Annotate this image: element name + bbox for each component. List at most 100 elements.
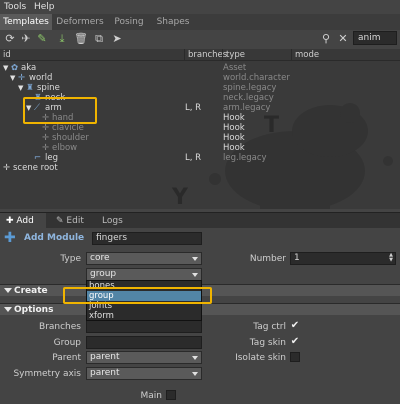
tab-shapes[interactable]: Shapes xyxy=(152,14,194,30)
module-name-input[interactable]: fingers xyxy=(92,232,202,245)
import-icon[interactable]: ⤓ xyxy=(55,32,69,46)
asset-icon: ✿ xyxy=(11,63,19,73)
plus-icon: ✚ xyxy=(6,216,14,226)
tree-label: spine xyxy=(37,83,60,93)
tab-deformers[interactable]: Deformers xyxy=(54,14,106,30)
hook-icon: ✛ xyxy=(42,133,50,143)
tab-templates[interactable]: Templates xyxy=(0,14,52,30)
dropdown-option-xform[interactable]: xform xyxy=(87,311,201,321)
tree-label: scene root xyxy=(13,163,58,173)
parent-label: Parent xyxy=(52,353,81,363)
col-type[interactable]: type xyxy=(223,49,291,61)
expand-arrow-icon[interactable]: ▼ xyxy=(10,73,15,83)
parent-select[interactable]: parent xyxy=(86,351,202,364)
tree-type: Hook xyxy=(223,123,245,133)
tree-branches: L, R xyxy=(185,153,202,163)
tree-type: world.character xyxy=(223,73,290,83)
tab-posing[interactable]: Posing xyxy=(108,14,150,30)
main-label: Main xyxy=(140,391,163,401)
tree-type: arm.legacy xyxy=(223,103,271,113)
tree-row-scene-root[interactable]: ✛ scene root xyxy=(0,163,400,173)
tree-type: neck.legacy xyxy=(223,93,274,103)
tree-label: shoulder xyxy=(52,133,89,143)
collapse-arrow-icon xyxy=(4,288,12,293)
add-module-label[interactable]: Add Module xyxy=(24,233,84,243)
selection-highlight xyxy=(23,97,97,124)
group-input[interactable] xyxy=(86,336,202,349)
select-icon[interactable]: ➤ xyxy=(110,32,124,46)
dock-tab-add[interactable]: ✚ Add xyxy=(0,213,46,229)
add-module-icon[interactable]: ✚ xyxy=(4,231,16,245)
tools-icon[interactable]: ✕ xyxy=(336,32,350,46)
hook-icon: ✛ xyxy=(42,123,50,133)
tree-row-elbow[interactable]: ✛ elbow Hook xyxy=(0,143,400,153)
edit-icon: ✎ xyxy=(56,216,64,226)
tree-row-aka[interactable]: ▼ ✿ aka Asset xyxy=(0,63,400,73)
dock-tab-add-label: Add xyxy=(16,216,34,226)
world-icon: ✛ xyxy=(18,73,26,83)
menu-tools[interactable]: Tools xyxy=(4,2,26,12)
hook-icon: ✛ xyxy=(42,143,50,153)
branches-input[interactable] xyxy=(86,320,202,333)
col-branches[interactable]: branches xyxy=(185,49,227,61)
tree-type: Hook xyxy=(223,113,245,123)
branches-label: Branches xyxy=(39,322,81,332)
col-id[interactable]: id xyxy=(0,49,184,61)
type-select[interactable]: core xyxy=(86,252,202,265)
chevron-down-icon xyxy=(192,372,198,376)
scene-root-icon: ✛ xyxy=(3,163,11,173)
menu-help[interactable]: Help xyxy=(34,2,55,12)
delete-icon[interactable]: 🗑 xyxy=(74,32,88,46)
tag-ctrl-checkbox[interactable]: ✔ xyxy=(290,321,300,331)
group-label: Group xyxy=(53,338,81,348)
tree-branches: L, R xyxy=(185,103,202,113)
symmetry-axis-select-value: parent xyxy=(90,368,120,378)
dock-tab-logs[interactable]: Logs xyxy=(98,213,128,229)
type-label: Type xyxy=(60,254,81,264)
col-mode[interactable]: mode xyxy=(292,49,400,61)
tree-label: clavicle xyxy=(52,123,84,133)
tree-type: Asset xyxy=(223,63,247,73)
main-checkbox[interactable] xyxy=(166,390,176,400)
chevron-down-icon xyxy=(192,356,198,360)
spin-arrows-icon[interactable]: ▲ ▼ xyxy=(389,253,393,263)
toolbar: ⟳ ✈ ✎ ⤓ 🗑 ⧉ ➤ ⚲ ✕ xyxy=(0,30,400,48)
expand-arrow-icon[interactable]: ▼ xyxy=(3,63,8,73)
tag-ctrl-label: Tag ctrl xyxy=(253,322,286,332)
dock-tab-edit[interactable]: ✎ Edit xyxy=(50,213,94,229)
symmetry-axis-select[interactable]: parent xyxy=(86,367,202,380)
leg-icon: ⌐ xyxy=(34,153,42,163)
brush-icon[interactable]: ✎ xyxy=(35,32,49,46)
tree-header: id branches type mode xyxy=(0,49,400,61)
mode-select[interactable]: anim xyxy=(353,31,397,45)
pin-icon[interactable]: ⚲ xyxy=(319,32,333,46)
spine-icon: ♜ xyxy=(26,83,34,93)
watermark-letter-y: Y xyxy=(172,185,188,209)
number-spinbox[interactable]: 1 ▲ ▼ xyxy=(290,252,396,265)
dock-tab-bar: ✚ Add ✎ Edit Logs xyxy=(0,212,400,229)
tree-row-shoulder[interactable]: ✛ shoulder Hook xyxy=(0,133,400,143)
duplicate-icon[interactable]: ⧉ xyxy=(92,32,106,46)
tag-skin-checkbox[interactable]: ✔ xyxy=(290,337,300,347)
tree-row-spine[interactable]: ▼ ♜ spine spine.legacy xyxy=(0,83,400,93)
tree-type: Hook xyxy=(223,133,245,143)
template-select-value: group xyxy=(90,269,117,279)
tree-label: elbow xyxy=(52,143,78,153)
tree-type: Hook xyxy=(223,143,245,153)
tree-row-leg[interactable]: ⌐ leg L, R leg.legacy xyxy=(0,153,400,163)
chevron-down-icon xyxy=(192,257,198,261)
create-section-label: Create xyxy=(14,286,48,296)
expand-arrow-icon[interactable]: ▼ xyxy=(18,83,23,93)
tree-row-world[interactable]: ▼ ✛ world world.character xyxy=(0,73,400,83)
tree-label: aka xyxy=(21,63,37,73)
number-value: 1 xyxy=(294,253,300,263)
tree-label: world xyxy=(29,73,53,83)
tree-row-clavicle[interactable]: ✛ clavicle Hook xyxy=(0,123,400,133)
tree-type: leg.legacy xyxy=(223,153,267,163)
refresh-icon[interactable]: ⟳ xyxy=(3,32,17,46)
chevron-down-icon xyxy=(192,273,198,277)
template-tree: T Y ▼ ✿ aka Asset ▼ ✛ world world.charac… xyxy=(0,61,400,209)
isolate-skin-checkbox[interactable] xyxy=(290,352,300,362)
rocket-icon[interactable]: ✈ xyxy=(19,32,33,46)
symmetry-axis-label: Symmetry axis xyxy=(13,369,81,379)
